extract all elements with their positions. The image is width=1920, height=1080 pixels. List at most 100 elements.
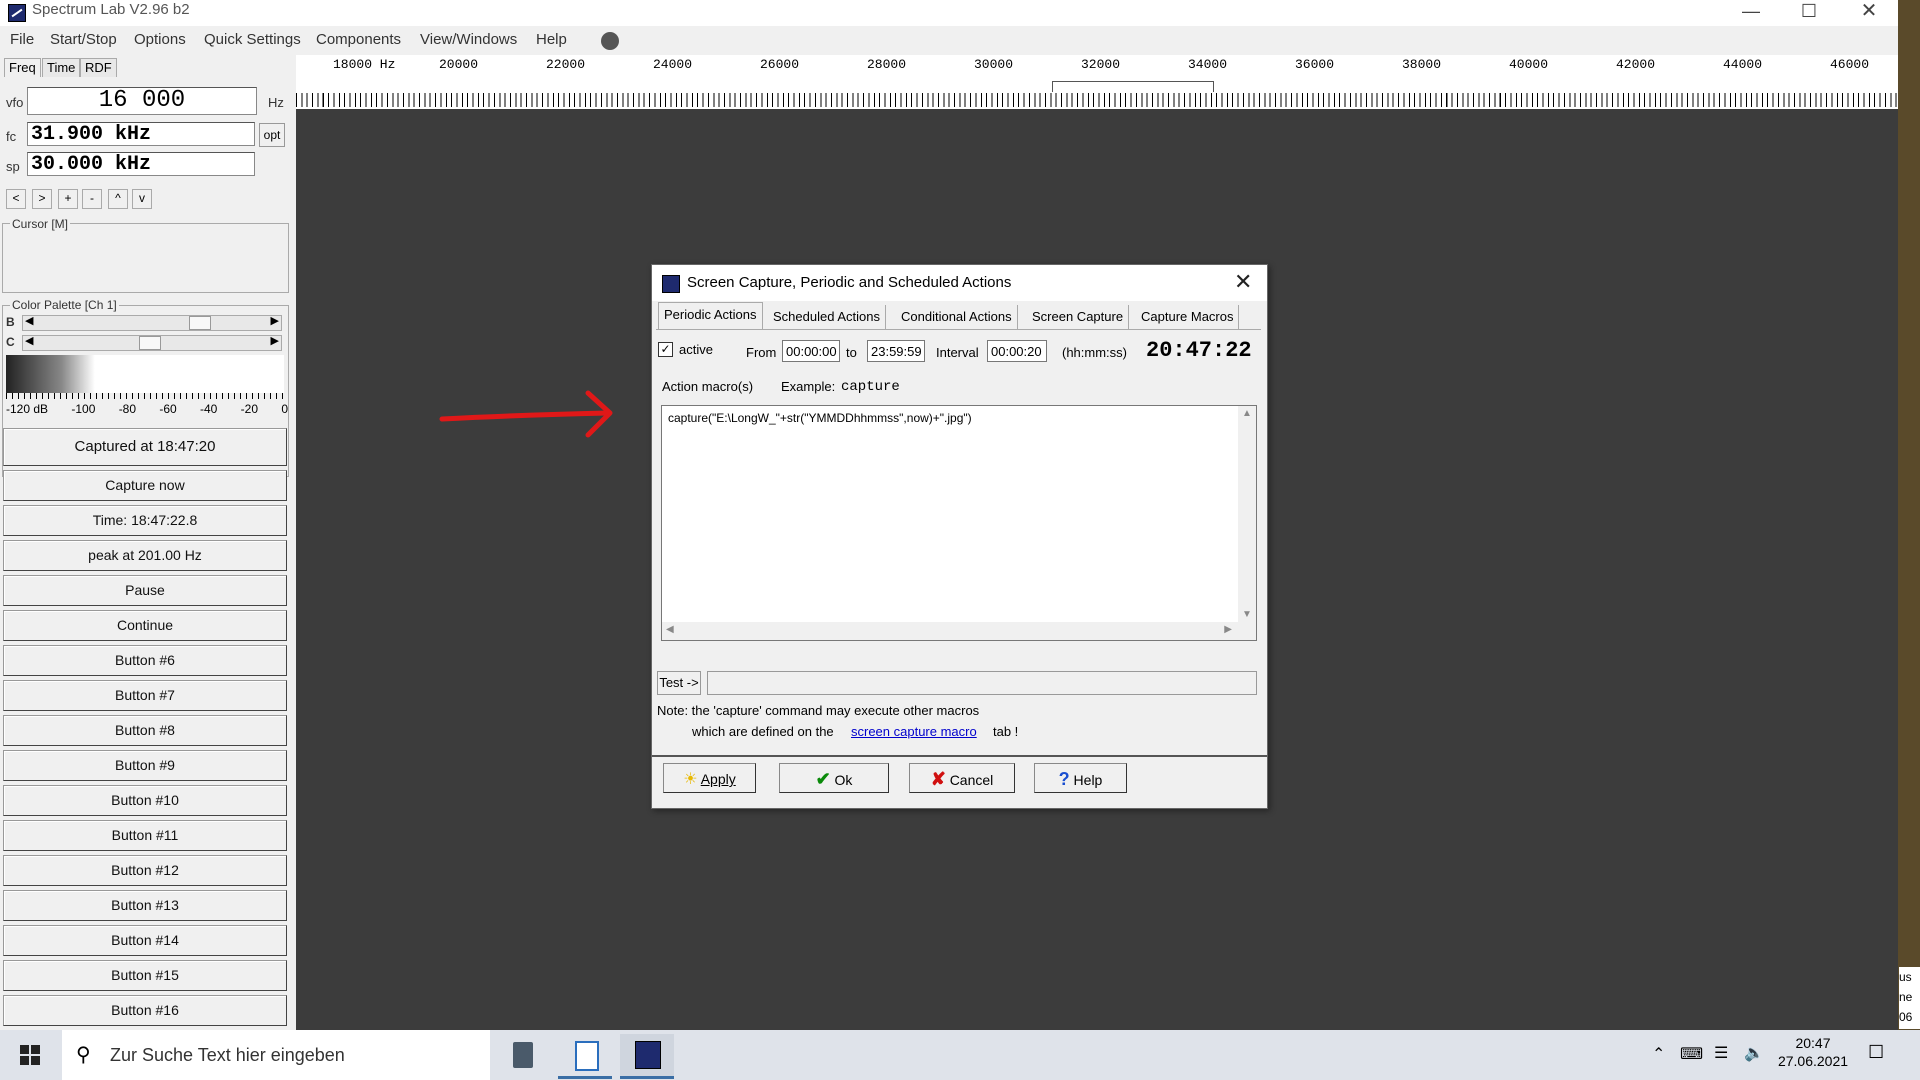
menu-view-windows[interactable]: View/Windows — [420, 31, 517, 48]
maximize-button[interactable]: ☐ — [1780, 0, 1838, 26]
chevron-up-icon[interactable]: ⌃ — [1652, 1044, 1665, 1064]
menu-options[interactable]: Options — [134, 31, 186, 48]
arrow-annotation-icon — [439, 390, 613, 438]
span-field[interactable]: 30.000 kHz — [27, 152, 255, 176]
vfo-field[interactable]: 16 000 — [27, 87, 257, 115]
scroll-right-icon[interactable]: ▶ — [271, 334, 279, 347]
record-indicator-icon[interactable] — [601, 32, 619, 50]
time-display-button[interactable]: Time: 18:47:22.8 — [3, 505, 287, 536]
dialog-title: Screen Capture, Periodic and Scheduled A… — [687, 274, 1012, 291]
from-time-input[interactable]: 00:00:00 — [782, 340, 840, 362]
peak-display-button[interactable]: peak at 201.00 Hz — [3, 540, 287, 571]
menu-components[interactable]: Components — [316, 31, 401, 48]
nav-left-button[interactable]: < — [6, 189, 26, 209]
scroll-up-icon[interactable]: ▲ — [1242, 408, 1252, 419]
scroll-right-icon[interactable]: ▶ — [1224, 624, 1232, 635]
vertical-scrollbar[interactable]: ▲ ▼ — [1238, 406, 1256, 622]
captured-status-button[interactable]: Captured at 18:47:20 — [3, 428, 287, 466]
scroll-down-icon[interactable]: ▼ — [1242, 609, 1252, 620]
menu-start-stop[interactable]: Start/Stop — [50, 31, 117, 48]
notepad-app-icon[interactable] — [558, 1034, 612, 1079]
cursor-group — [2, 223, 289, 293]
taskbar-clock[interactable]: 20:47 27.06.2021 — [1776, 1035, 1850, 1069]
screen-capture-macro-link[interactable]: screen capture macro — [851, 724, 977, 739]
to-time-input[interactable]: 23:59:59 — [867, 340, 925, 362]
action-macro-textarea[interactable]: capture("E:\LongW_"+str("YMMDDhhmmss",no… — [661, 405, 1257, 641]
minimize-button[interactable]: — — [1722, 0, 1780, 26]
taskbar-search-box[interactable]: ⚲ Zur Suche Text hier eingeben — [62, 1030, 490, 1080]
cancel-button[interactable]: ✘ Cancel — [909, 763, 1015, 793]
nav-right-button[interactable]: > — [32, 189, 52, 209]
options-button[interactable]: opt — [259, 123, 285, 147]
scroll-right-icon[interactable]: ▶ — [271, 314, 279, 327]
zoom-in-button[interactable]: + — [58, 189, 78, 209]
user-button-10[interactable]: Button #10 — [3, 785, 287, 816]
menu-quick-settings[interactable]: Quick Settings — [204, 31, 301, 48]
edge-text: us — [1899, 970, 1912, 984]
brightness-slider-thumb[interactable] — [189, 316, 211, 330]
tab-conditional-actions[interactable]: Conditional Actions — [896, 305, 1018, 329]
user-button-11[interactable]: Button #11 — [3, 820, 287, 851]
apply-button[interactable]: ☀ Apply — [663, 763, 756, 793]
tab-scheduled-actions[interactable]: Scheduled Actions — [768, 305, 886, 329]
tab-freq[interactable]: Freq — [4, 58, 41, 77]
user-button-9[interactable]: Button #9 — [3, 750, 287, 781]
interval-input[interactable]: 00:00:20 — [987, 340, 1047, 362]
wifi-icon[interactable]: ☰ — [1714, 1043, 1728, 1063]
scroll-left-icon[interactable]: ◀ — [666, 624, 674, 635]
user-button-8[interactable]: Button #8 — [3, 715, 287, 746]
capture-now-button[interactable]: Capture now — [3, 470, 287, 501]
calculator-app-icon[interactable] — [497, 1034, 551, 1076]
contrast-slider-thumb[interactable] — [139, 336, 161, 350]
scale-label: 22000 — [546, 57, 586, 72]
scale-label: 34000 — [1188, 57, 1228, 72]
nav-down-button[interactable]: v — [132, 189, 152, 209]
frequency-scale[interactable]: 18000 Hz 20000 22000 24000 26000 28000 3… — [296, 55, 1898, 109]
center-frequency-field[interactable]: 31.900 kHz — [27, 122, 255, 146]
help-button[interactable]: ? Help — [1034, 763, 1127, 793]
user-button-6[interactable]: Button #6 — [3, 645, 287, 676]
cursor-label: Cursor [M] — [10, 217, 71, 231]
tab-periodic-actions[interactable]: Periodic Actions — [658, 302, 763, 330]
scale-label: 28000 — [867, 57, 907, 72]
close-button[interactable]: ✕ — [1840, 0, 1898, 26]
horizontal-scrollbar[interactable]: ◀ ▶ — [662, 622, 1256, 640]
menu-help[interactable]: Help — [536, 31, 567, 48]
macro-text[interactable]: capture("E:\LongW_"+str("YMMDDhhmmss",no… — [668, 411, 972, 425]
notification-icon[interactable]: ☐ — [1868, 1042, 1884, 1063]
tab-rdf[interactable]: RDF — [80, 58, 117, 77]
title-bar: Spectrum Lab V2.96 b2 — ☐ ✕ — [0, 0, 1920, 26]
continue-button[interactable]: Continue — [3, 610, 287, 641]
pause-button[interactable]: Pause — [3, 575, 287, 606]
user-button-14[interactable]: Button #14 — [3, 925, 287, 956]
keyboard-icon[interactable]: ⌨ — [1680, 1044, 1703, 1064]
spectrum-lab-app-icon[interactable] — [620, 1034, 674, 1079]
scroll-left-icon[interactable]: ◀ — [25, 334, 33, 347]
user-button-12[interactable]: Button #12 — [3, 855, 287, 886]
tab-screen-capture[interactable]: Screen Capture — [1027, 305, 1130, 329]
user-button-16[interactable]: Button #16 — [3, 995, 287, 1026]
active-label: active — [679, 342, 713, 357]
user-button-13[interactable]: Button #13 — [3, 890, 287, 921]
scale-label: 36000 — [1295, 57, 1335, 72]
windows-start-icon[interactable] — [20, 1045, 40, 1065]
contrast-slider[interactable]: ◀ ▶ — [22, 335, 282, 351]
tab-time[interactable]: Time — [42, 58, 81, 77]
tab-capture-macros[interactable]: Capture Macros — [1136, 305, 1240, 329]
active-checkbox[interactable]: ✓ — [658, 342, 673, 357]
dialog-close-icon[interactable]: ✕ — [1234, 269, 1252, 295]
scroll-left-icon[interactable]: ◀ — [25, 314, 33, 327]
question-icon: ? — [1058, 769, 1070, 789]
nav-up-button[interactable]: ^ — [108, 189, 128, 209]
ok-button[interactable]: ✔ Ok — [779, 763, 889, 793]
menu-file[interactable]: File — [10, 31, 34, 48]
brightness-slider[interactable]: ◀ ▶ — [22, 315, 282, 331]
search-placeholder: Zur Suche Text hier eingeben — [110, 1045, 345, 1065]
test-button[interactable]: Test -> — [657, 671, 701, 695]
user-button-7[interactable]: Button #7 — [3, 680, 287, 711]
db-scale-ticks — [6, 393, 284, 399]
volume-icon[interactable]: 🔈 — [1744, 1043, 1764, 1063]
zoom-out-button[interactable]: - — [82, 189, 102, 209]
user-button-15[interactable]: Button #15 — [3, 960, 287, 991]
sp-label: sp — [6, 159, 20, 174]
